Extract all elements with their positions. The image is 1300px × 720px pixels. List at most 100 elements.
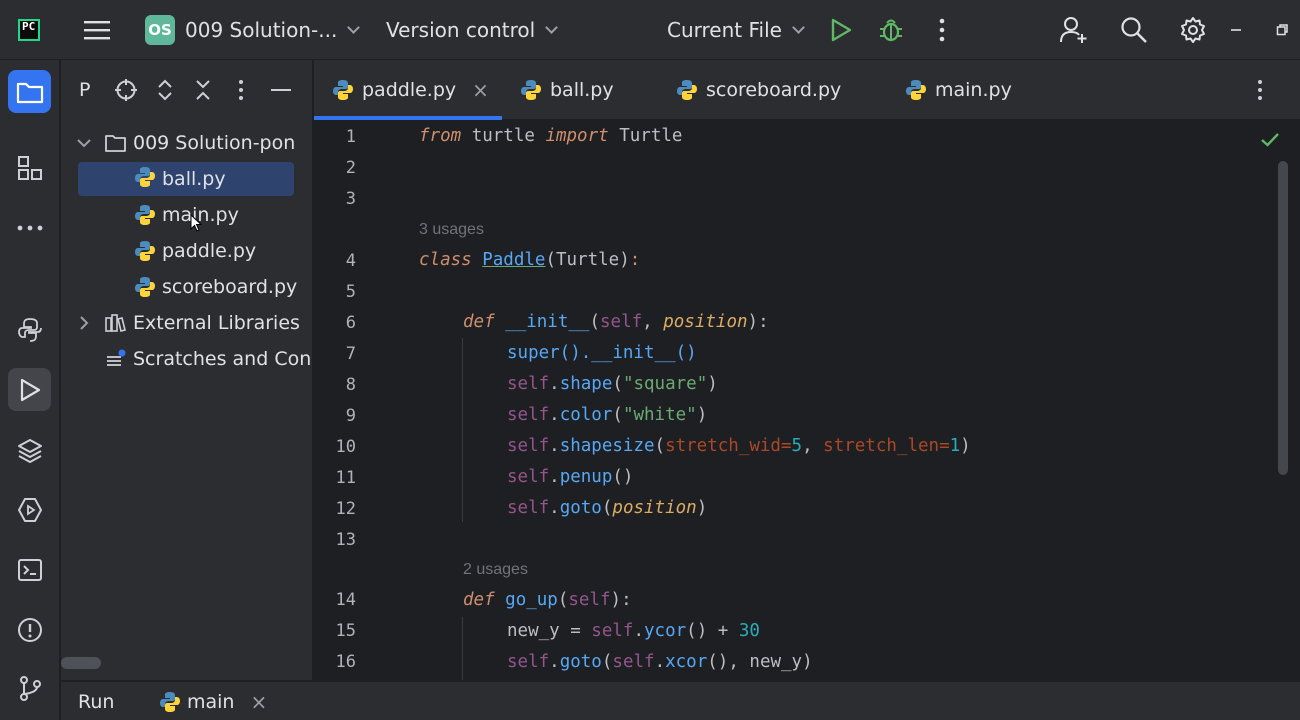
run-button[interactable]	[830, 0, 852, 60]
usages-hint[interactable]: 2 usages	[463, 561, 528, 579]
tree-item-paddle-py[interactable]: paddle.py	[134, 234, 256, 268]
code-line-15: new_y = self.ycor() + 30	[507, 621, 760, 641]
tree-item-external-libraries[interactable]: External Libraries	[75, 306, 300, 340]
tab-main-py[interactable]: main.py	[905, 60, 1012, 120]
tab-paddle-py[interactable]: paddle.py ×	[332, 60, 489, 120]
services-tool-button[interactable]	[8, 488, 51, 531]
token: 1	[949, 436, 961, 456]
tab-label: paddle.py	[362, 79, 457, 101]
project-options-button[interactable]	[237, 78, 245, 106]
version-control-menu[interactable]: Version control	[386, 0, 559, 60]
tab-ball-py[interactable]: ball.py	[520, 60, 614, 120]
token: (	[601, 652, 613, 672]
debug-button[interactable]	[878, 0, 904, 60]
token: (	[589, 312, 600, 332]
python-file-icon	[134, 276, 156, 298]
run-tool-button[interactable]	[8, 368, 51, 411]
line-number: 2	[345, 158, 356, 178]
project-tool-button[interactable]	[8, 70, 51, 113]
line-number: 15	[335, 621, 356, 641]
token: def	[463, 590, 495, 610]
code-line-6: def __init__(self, position):	[463, 312, 769, 332]
tab-options-button[interactable]	[1256, 60, 1264, 120]
tree-item-scratches[interactable]: Scratches and Con	[105, 342, 311, 376]
tool-window-strip	[0, 60, 60, 720]
project-panel-header: P	[61, 60, 312, 120]
problems-tool-button[interactable]	[8, 608, 51, 651]
token: __init__	[505, 312, 590, 332]
hide-panel-button[interactable]	[270, 78, 292, 106]
tree-item-ball-py[interactable]: ball.py	[78, 162, 294, 196]
active-tab-indicator	[314, 116, 502, 120]
token: ()	[686, 621, 708, 641]
run-tab-main[interactable]: main ×	[159, 682, 267, 720]
close-tab-icon[interactable]: ×	[472, 78, 489, 102]
python-file-icon	[134, 204, 156, 226]
indent-guide	[462, 338, 463, 522]
collapse-all-button[interactable]	[194, 78, 212, 106]
terminal-tool-button[interactable]	[8, 548, 51, 591]
project-panel: P 009 Solution-pon ball.py main.py paddl…	[61, 60, 313, 680]
chevron-down-icon	[77, 139, 91, 148]
layers-tool-button[interactable]	[8, 428, 51, 471]
tree-item-scoreboard-py[interactable]: scoreboard.py	[134, 270, 297, 304]
token: +	[707, 621, 739, 641]
locate-file-button[interactable]	[114, 78, 138, 106]
more-actions-button[interactable]	[938, 0, 946, 60]
python-file-icon	[134, 166, 156, 193]
line-number: 1	[345, 127, 356, 147]
token: =	[939, 436, 950, 456]
tab-scoreboard-py[interactable]: scoreboard.py	[676, 60, 841, 120]
app-logo[interactable]: PC	[18, 0, 40, 60]
python-console-button[interactable]	[8, 308, 51, 351]
project-selector[interactable]: OS 009 Solution-...	[145, 0, 361, 60]
collapse-all-icon	[196, 80, 210, 100]
tree-item-main-py[interactable]: main.py	[134, 198, 239, 232]
token: )	[696, 498, 708, 518]
token: self	[612, 652, 655, 672]
token: ()	[612, 467, 634, 487]
structure-icon	[17, 155, 42, 180]
project-horizontal-scrollbar[interactable]	[61, 657, 101, 669]
search-button[interactable]	[1120, 0, 1148, 60]
folder-icon	[16, 82, 43, 103]
python-file-icon	[676, 79, 698, 101]
run-panel-title[interactable]: Run	[78, 682, 114, 720]
scratches-icon	[107, 349, 126, 366]
add-user-button[interactable]	[1060, 0, 1088, 60]
minimize-button[interactable]	[1230, 0, 1242, 60]
token: =	[780, 436, 792, 456]
services-icon	[17, 497, 42, 522]
git-tool-button[interactable]	[8, 666, 51, 709]
minimize-icon	[271, 89, 291, 91]
run-config-selector[interactable]: Current File	[667, 0, 805, 60]
library-icon	[105, 314, 126, 332]
python-console-icon	[17, 317, 42, 342]
token: self	[507, 405, 550, 425]
close-icon[interactable]: ×	[250, 690, 267, 714]
add-user-icon	[1060, 17, 1087, 43]
more-tools-button[interactable]	[8, 206, 51, 249]
tree-item-label: External Libraries	[133, 312, 300, 334]
main-menu-button[interactable]	[84, 0, 110, 60]
settings-button[interactable]	[1179, 0, 1207, 60]
code-line-11: self.penup()	[507, 467, 633, 487]
python-file-icon	[520, 79, 542, 101]
structure-tool-button[interactable]	[8, 146, 51, 189]
expand-all-button[interactable]	[156, 78, 174, 106]
terminal-icon	[17, 558, 42, 581]
usages-hint[interactable]: 3 usages	[419, 221, 484, 239]
line-number: 16	[335, 652, 356, 672]
code-editor[interactable]: 1 2 3 4 5 6 7 8 9 10 11 12 13 14 15 16 f…	[314, 121, 1300, 680]
search-icon	[1121, 17, 1147, 43]
line-number: 5	[345, 282, 356, 302]
tree-item-project-root[interactable]: 009 Solution-pon	[75, 126, 295, 160]
token: self	[568, 590, 611, 610]
token: position	[612, 498, 697, 518]
token: Paddle	[482, 250, 546, 270]
restore-button[interactable]	[1276, 0, 1288, 60]
token: .	[633, 621, 644, 641]
inspection-ok-check-icon[interactable]	[1260, 132, 1280, 148]
python-file-icon	[159, 691, 181, 713]
editor-vertical-scrollbar[interactable]	[1278, 161, 1288, 475]
